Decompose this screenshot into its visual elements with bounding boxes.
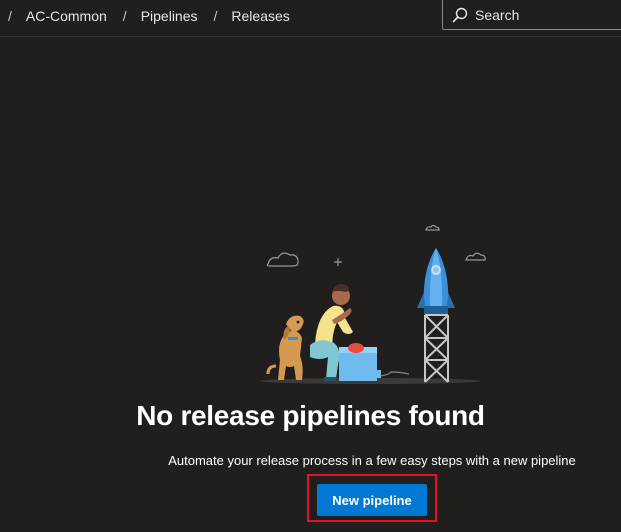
top-bar: / AC-Common / Pipelines / Releases Searc… [0, 0, 621, 37]
breadcrumb: / AC-Common / Pipelines / Releases [0, 0, 290, 32]
breadcrumb-item-project[interactable]: AC-Common [26, 8, 107, 24]
breadcrumb-separator: / [213, 8, 218, 24]
search-icon [452, 7, 468, 23]
search-input[interactable]: Search [442, 0, 621, 30]
empty-state-title: No release pipelines found [136, 400, 485, 431]
breadcrumb-separator: / [122, 8, 127, 24]
new-pipeline-button[interactable]: New pipeline [317, 484, 427, 516]
search-placeholder: Search [475, 6, 520, 23]
cloud-icon [425, 224, 440, 231]
releases-page: / AC-Common / Pipelines / Releases Searc… [0, 0, 621, 532]
breadcrumb-item-pipelines[interactable]: Pipelines [141, 8, 198, 24]
rocket-icon [417, 248, 455, 314]
cloud-icon [465, 252, 486, 261]
breadcrumb-item-releases[interactable]: Releases [231, 8, 289, 24]
empty-state-description: Automate your release process in a few e… [168, 453, 576, 468]
breadcrumb-separator: / [8, 8, 12, 24]
release-rocket-illustration [240, 220, 500, 390]
cloud-icon [266, 252, 299, 267]
dog-illustration [266, 315, 304, 380]
